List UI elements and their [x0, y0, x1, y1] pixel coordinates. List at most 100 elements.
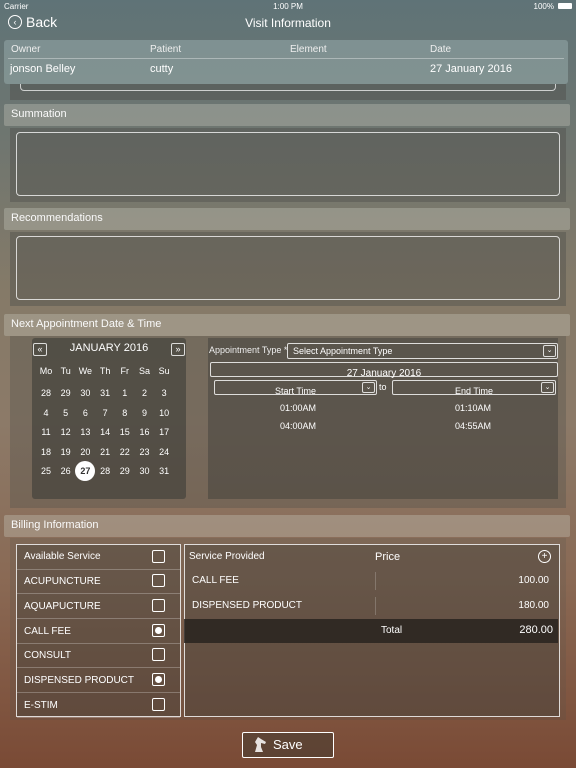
provided-service-name: CALL FEE — [192, 575, 239, 586]
weekday-label: Fr — [120, 366, 130, 376]
select-all-checkbox[interactable] — [152, 550, 165, 563]
end-time-option[interactable]: 01:10AM — [455, 403, 491, 413]
previous-text-area — [10, 84, 566, 100]
column-divider — [375, 572, 376, 590]
recommendations-section — [10, 232, 566, 306]
next-appointment-header: Next Appointment Date & Time — [4, 314, 570, 336]
service-list-item[interactable]: ACUPUNCTURE — [17, 569, 180, 594]
calendar-day[interactable]: 29 — [115, 461, 135, 481]
service-list-item[interactable]: CONSULT — [17, 643, 180, 669]
start-time-option[interactable]: 04:00AM — [280, 421, 316, 431]
end-time-select[interactable]: End Time ⌄ — [392, 380, 556, 396]
start-time-select[interactable]: Start Time ⌄ — [214, 380, 377, 396]
calendar-day[interactable]: 17 — [154, 422, 174, 442]
service-checkbox[interactable] — [152, 574, 165, 587]
service-checkbox[interactable] — [152, 598, 165, 612]
calendar-day[interactable]: 31 — [95, 383, 115, 403]
calendar-day[interactable]: 20 — [75, 442, 95, 462]
calendar-day[interactable]: 10 — [154, 403, 174, 423]
start-time-label: Start Time — [274, 386, 316, 396]
service-checkbox[interactable] — [152, 673, 165, 687]
table-row[interactable]: CALL FEE 100.00 — [189, 572, 555, 590]
calendar-day[interactable]: 8 — [115, 403, 135, 423]
service-checkbox[interactable] — [152, 648, 165, 662]
recommendations-textarea[interactable] — [16, 236, 560, 300]
available-service-list: Available Service ACUPUNCTURE AQUAPUCTURE… — [16, 544, 181, 718]
calendar-day[interactable]: 12 — [56, 422, 76, 442]
patient-value: cutty — [150, 63, 174, 75]
start-time-option[interactable]: 01:00AM — [280, 403, 316, 413]
table-row[interactable]: DISPENSED PRODUCT 180.00 — [189, 597, 555, 615]
weekday-label: Mo — [39, 366, 53, 376]
service-name: CONSULT — [24, 650, 72, 662]
service-checkbox[interactable] — [152, 698, 165, 711]
calendar-day[interactable]: 26 — [56, 461, 76, 481]
calendar-day[interactable]: 28 — [36, 383, 56, 403]
summation-textarea[interactable] — [16, 132, 560, 196]
billing-header: Billing Information — [4, 515, 570, 537]
calendar-day[interactable]: 9 — [135, 403, 155, 423]
to-label: to — [379, 382, 387, 392]
add-service-icon[interactable]: + — [538, 550, 551, 563]
provided-service-name: DISPENSED PRODUCT — [192, 600, 303, 611]
save-button[interactable]: Save — [242, 732, 334, 758]
calendar-day[interactable]: 6 — [75, 403, 95, 423]
calendar-day[interactable]: 15 — [115, 422, 135, 442]
calendar-day[interactable]: 13 — [75, 422, 95, 442]
calendar-day[interactable]: 30 — [75, 383, 95, 403]
calendar-day[interactable]: 29 — [56, 383, 76, 403]
end-time-option[interactable]: 04:55AM — [455, 421, 491, 431]
calendar-day[interactable]: 16 — [135, 422, 155, 442]
calendar-day[interactable]: 3 — [154, 383, 174, 403]
service-name: CALL FEE — [24, 625, 71, 637]
calendar-day[interactable]: 21 — [95, 442, 115, 462]
calendar-day[interactable]: 7 — [95, 403, 115, 423]
service-checkbox[interactable] — [152, 623, 165, 637]
service-list-item[interactable]: E-STIM — [17, 693, 180, 718]
service-list-item[interactable]: AQUAPUCTURE — [17, 594, 180, 619]
appointment-date-field[interactable]: 27 January 2016 — [210, 362, 558, 379]
page-title: Visit Information — [245, 16, 331, 30]
calendar-day[interactable]: 14 — [95, 422, 115, 442]
available-service-header: Available Service — [17, 545, 180, 570]
calendar-day[interactable]: 23 — [135, 442, 155, 462]
recommendations-header: Recommendations — [4, 208, 570, 230]
calendar-day[interactable]: 31 — [154, 461, 174, 481]
appointment-type-select[interactable]: Select Appointment Type ⌄ — [287, 343, 558, 359]
calendar-day[interactable]: 19 — [56, 442, 76, 462]
calendar-day[interactable]: 24 — [154, 442, 174, 462]
calendar-day[interactable]: 18 — [36, 442, 56, 462]
summation-header: Summation — [4, 104, 570, 126]
battery-label: 100% — [533, 2, 554, 11]
service-provided-title: Service Provided — [189, 551, 265, 562]
calendar-header: « JANUARY 2016 » — [32, 342, 186, 357]
weekday-label: Tu — [60, 366, 71, 376]
summation-section — [10, 128, 566, 202]
header-divider — [8, 58, 564, 59]
calendar-day[interactable]: 5 — [56, 403, 76, 423]
provided-service-price[interactable]: 100.00 — [518, 575, 549, 586]
calendar-day[interactable]: 4 — [36, 403, 56, 423]
calendar-day[interactable]: 30 — [135, 461, 155, 481]
service-name: AQUAPUCTURE — [24, 600, 101, 612]
clock: 1:00 PM — [273, 2, 303, 11]
summation-title: Summation — [11, 108, 67, 120]
billing-title: Billing Information — [11, 519, 99, 531]
calendar-day[interactable]: 2 — [135, 383, 155, 403]
calendar-day[interactable]: 28 — [95, 461, 115, 481]
next-month-icon[interactable]: » — [171, 343, 185, 356]
owner-value: jonson Belley — [10, 63, 76, 75]
weekday-label: Sa — [138, 366, 150, 376]
calendar-month: JANUARY 2016 — [69, 342, 149, 354]
service-list-item[interactable]: DISPENSED PRODUCT — [17, 668, 180, 694]
navigation-bar: ‹ Back Visit Information — [0, 12, 576, 34]
provided-service-price[interactable]: 180.00 — [518, 600, 549, 611]
calendar-day[interactable]: 1 — [115, 383, 135, 403]
service-list-item[interactable]: CALL FEE — [17, 619, 180, 644]
calendar-day[interactable]: 11 — [36, 422, 56, 442]
calendar-day[interactable]: 25 — [36, 461, 56, 481]
battery-icon — [558, 3, 572, 9]
date-label: Date — [430, 44, 452, 55]
calendar-day[interactable]: 22 — [115, 442, 135, 462]
chevron-down-icon: ⌄ — [362, 382, 375, 393]
